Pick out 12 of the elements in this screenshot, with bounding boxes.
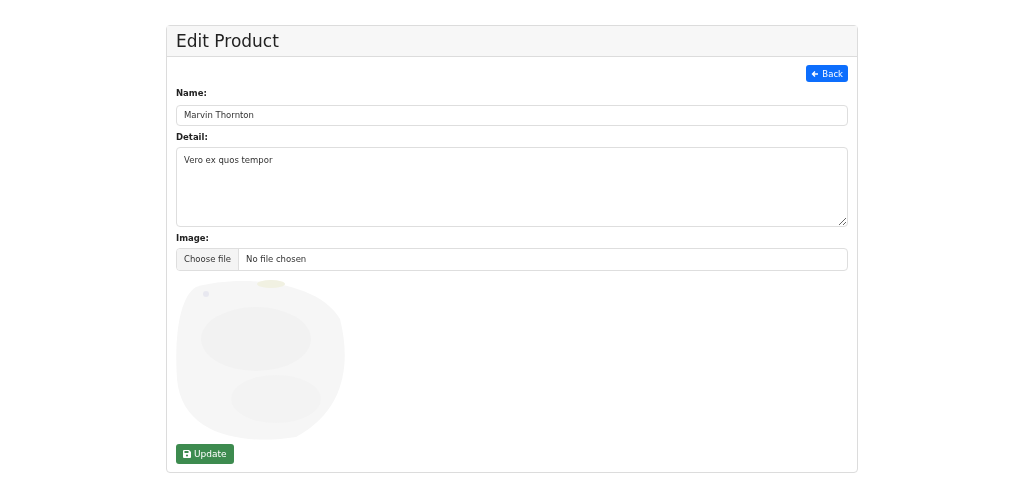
detail-field[interactable]: Vero ex quos tempor xyxy=(176,146,848,227)
back-button[interactable]: Back xyxy=(806,65,848,82)
field-label: Image: xyxy=(176,232,210,243)
field-label: Detail: xyxy=(176,131,209,142)
name-field[interactable]: Marvin Thornton xyxy=(176,104,848,126)
file-field[interactable]: Choose file No file chosen xyxy=(176,247,848,271)
field-label: Name: xyxy=(176,88,208,98)
arrow-left-icon xyxy=(811,69,820,78)
save-icon xyxy=(183,449,191,458)
choose-file-button[interactable]: Choose file xyxy=(177,248,240,270)
card-title: Edit Product xyxy=(176,31,279,51)
update-button[interactable]: Update xyxy=(176,443,234,464)
